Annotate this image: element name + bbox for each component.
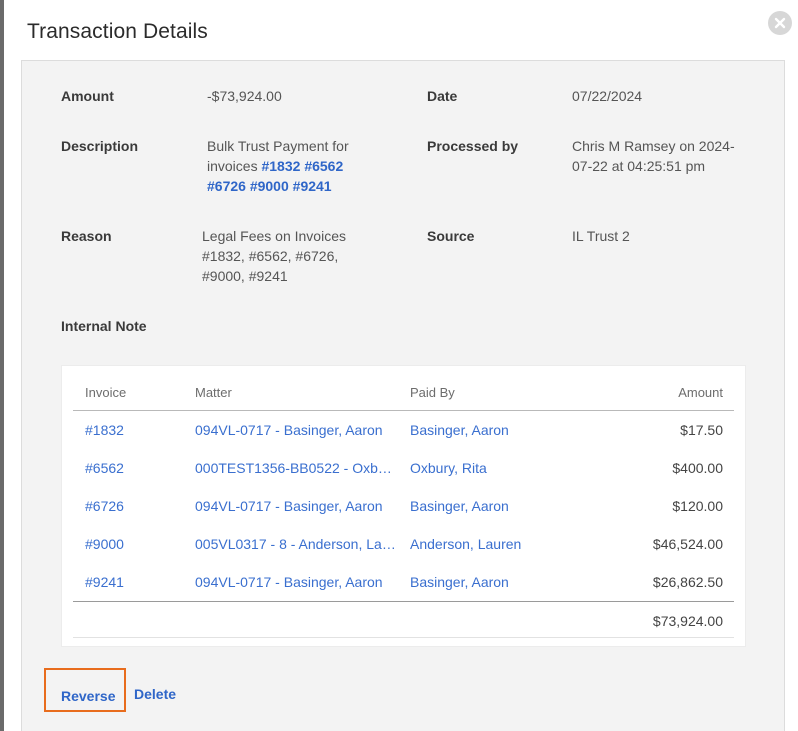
paid-by-cell[interactable]: Anderson, Lauren bbox=[410, 525, 610, 563]
matter-cell[interactable]: 000TEST1356-BB0522 - Oxbury, Rita bbox=[195, 449, 397, 487]
column-header-matter: Matter bbox=[195, 385, 232, 400]
paid-by-cell[interactable]: Basinger, Aaron bbox=[410, 411, 610, 449]
matter-cell[interactable]: 094VL-0717 - Basinger, Aaron bbox=[195, 411, 397, 449]
invoice-cell[interactable]: #9241 bbox=[85, 563, 175, 601]
processed-by-value: Chris M Ramsey on 2024- 07-22 at 04:25:5… bbox=[572, 136, 735, 176]
matter-cell[interactable]: 005VL0317 - 8 - Anderson, Lauren bbox=[195, 525, 397, 563]
date-value: 07/22/2024 bbox=[572, 88, 643, 104]
amount-label: Amount bbox=[61, 88, 114, 104]
invoice-link-9000[interactable]: #9000 bbox=[250, 178, 289, 194]
internal-note-label: Internal Note bbox=[61, 318, 147, 334]
invoice-table-card: Invoice Matter Paid By Amount #1832 094V… bbox=[61, 365, 746, 647]
table-row: #6726 094VL-0717 - Basinger, Aaron Basin… bbox=[62, 487, 747, 525]
reason-line1: Legal Fees on Invoices bbox=[202, 228, 346, 244]
amount-value: -$73,924.00 bbox=[207, 88, 282, 104]
source-label: Source bbox=[427, 228, 475, 244]
column-header-paid-by: Paid By bbox=[410, 385, 455, 400]
processed-by-line2: 07-22 at 04:25:51 pm bbox=[572, 158, 706, 174]
invoice-link-1832[interactable]: #1832 bbox=[261, 158, 300, 174]
processed-by-line1: Chris M Ramsey on 2024- bbox=[572, 138, 735, 154]
amount-cell: $17.50 bbox=[680, 422, 723, 438]
amount-cell: $26,862.50 bbox=[652, 574, 723, 590]
date-label: Date bbox=[427, 88, 458, 104]
invoice-cell[interactable]: #9000 bbox=[85, 525, 175, 563]
close-button[interactable] bbox=[768, 11, 792, 35]
paid-by-cell[interactable]: Basinger, Aaron bbox=[410, 487, 610, 525]
reason-line2: #1832, #6562, #6726, bbox=[202, 248, 339, 264]
total-row: $73,924.00 bbox=[62, 602, 747, 640]
paid-by-cell[interactable]: Basinger, Aaron bbox=[410, 563, 610, 601]
reverse-button[interactable]: Reverse bbox=[44, 668, 126, 712]
column-header-invoice: Invoice bbox=[85, 385, 127, 400]
details-panel: Amount -$73,924.00 Date 07/22/2024 Descr… bbox=[21, 60, 785, 731]
processed-by-label: Processed by bbox=[427, 138, 519, 154]
invoice-link-6562[interactable]: #6562 bbox=[304, 158, 343, 174]
amount-cell: $120.00 bbox=[672, 498, 723, 514]
amount-cell: $400.00 bbox=[672, 460, 723, 476]
invoice-cell[interactable]: #6562 bbox=[85, 449, 175, 487]
modal-title: Transaction Details bbox=[27, 20, 208, 43]
table-row: #6562 000TEST1356-BB0522 - Oxbury, Rita … bbox=[62, 449, 747, 487]
invoice-cell[interactable]: #6726 bbox=[85, 487, 175, 525]
invoice-cell[interactable]: #1832 bbox=[85, 411, 175, 449]
table-row: #9241 094VL-0717 - Basinger, Aaron Basin… bbox=[62, 563, 747, 601]
table-row: #9000 005VL0317 - 8 - Anderson, Lauren A… bbox=[62, 525, 747, 563]
table-bottom-divider bbox=[73, 637, 734, 638]
amount-cell: $46,524.00 bbox=[652, 536, 723, 552]
description-value: Bulk Trust Payment for invoices #1832 #6… bbox=[207, 136, 377, 196]
table-row: #1832 094VL-0717 - Basinger, Aaron Basin… bbox=[62, 411, 747, 449]
invoice-link-6726[interactable]: #6726 bbox=[207, 178, 246, 194]
delete-button[interactable]: Delete bbox=[134, 686, 176, 702]
reason-label: Reason bbox=[61, 228, 112, 244]
matter-cell[interactable]: 094VL-0717 - Basinger, Aaron bbox=[195, 487, 397, 525]
description-label: Description bbox=[61, 138, 139, 154]
source-value: IL Trust 2 bbox=[572, 228, 630, 244]
matter-cell[interactable]: 094VL-0717 - Basinger, Aaron bbox=[195, 563, 397, 601]
column-header-amount: Amount bbox=[678, 385, 723, 400]
reason-line3: #9000, #9241 bbox=[202, 268, 288, 284]
paid-by-cell[interactable]: Oxbury, Rita bbox=[410, 449, 610, 487]
invoice-link-9241[interactable]: #9241 bbox=[293, 178, 332, 194]
reason-value: Legal Fees on Invoices #1832, #6562, #67… bbox=[202, 226, 346, 286]
close-icon bbox=[774, 17, 786, 29]
transaction-details-modal: Transaction Details Amount -$73,924.00 D… bbox=[4, 0, 798, 731]
total-amount: $73,924.00 bbox=[652, 613, 723, 629]
